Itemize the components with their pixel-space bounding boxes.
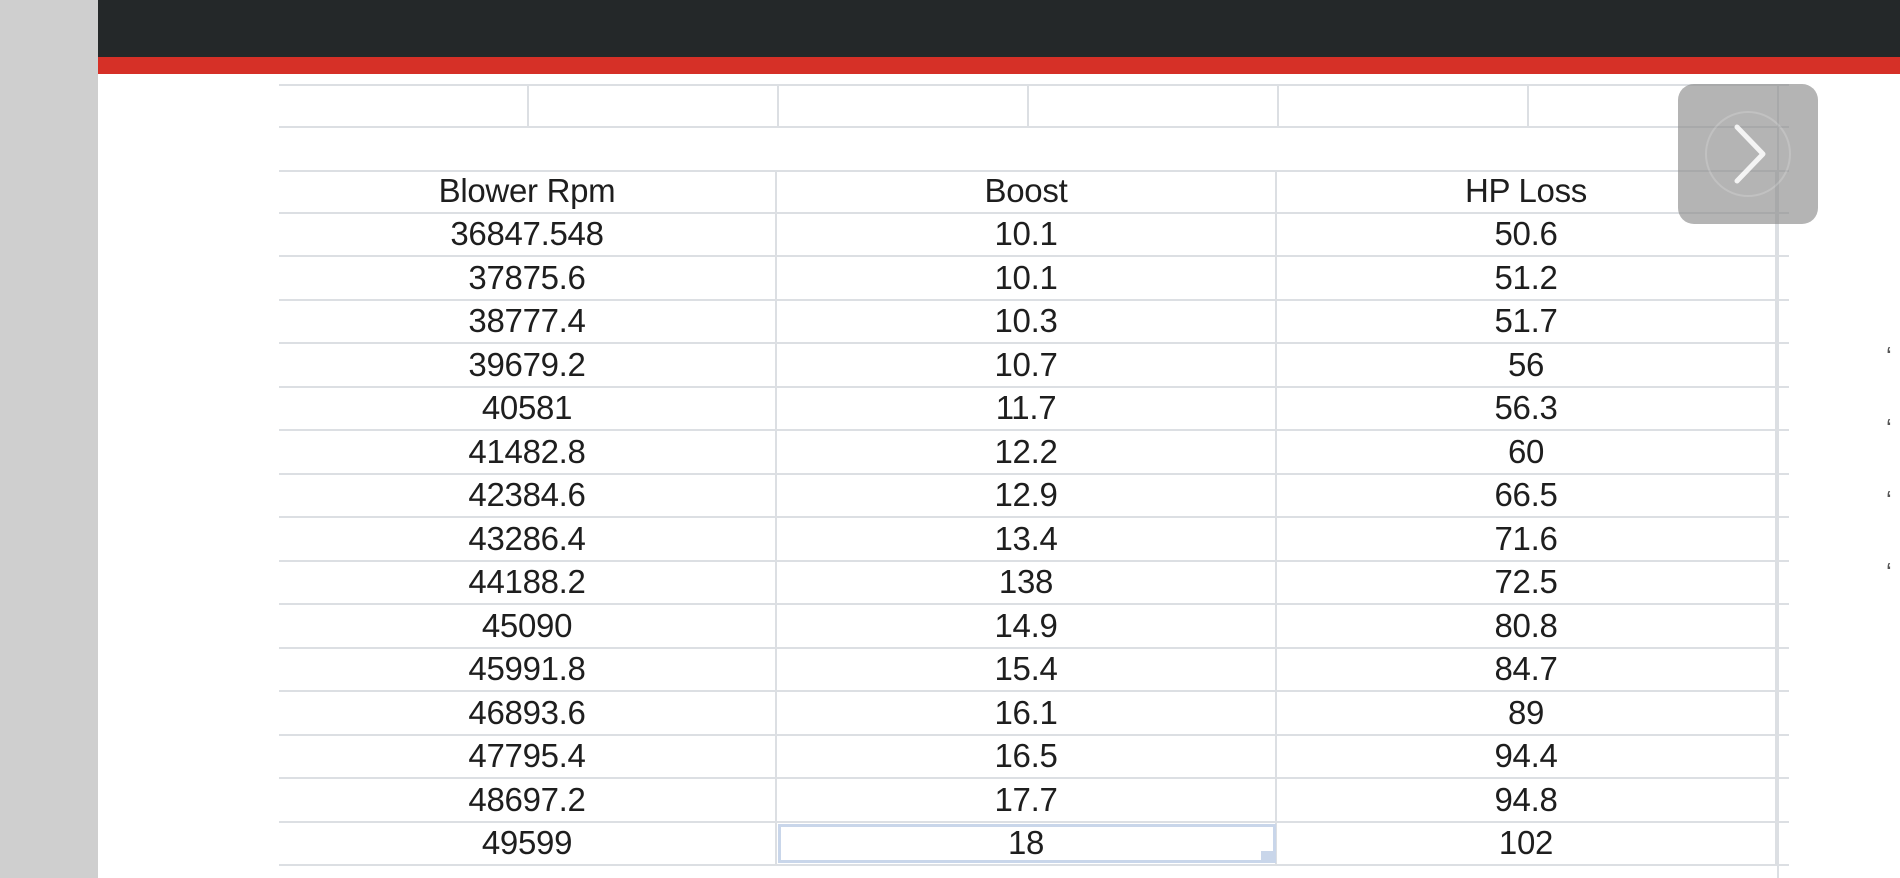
- table-row: 39679.2 10.7 56: [279, 344, 1789, 388]
- cell-hp-loss[interactable]: 51.7: [1277, 300, 1777, 342]
- cell-blower-rpm[interactable]: 36847.548: [279, 213, 777, 255]
- table-row: 43286.4 13.4 71.6: [279, 518, 1789, 562]
- fill-handle[interactable]: [1261, 851, 1273, 863]
- table-row: 36847.548 10.1 50.6: [279, 213, 1789, 257]
- cell-boost[interactable]: 17.7: [777, 779, 1277, 821]
- cell-blower-rpm[interactable]: 39679.2: [279, 344, 777, 386]
- table-header-row: Blower Rpm Boost HP Loss: [279, 170, 1789, 214]
- cell-hp-loss[interactable]: 94.4: [1277, 735, 1777, 777]
- cell-hp-loss[interactable]: 56.3: [1277, 387, 1777, 429]
- table-cell-empty[interactable]: [1777, 736, 1789, 778]
- table-row: 37875.6 10.1 51.2: [279, 257, 1789, 301]
- table-cell-empty[interactable]: [1777, 475, 1789, 517]
- table-cell-empty[interactable]: [1777, 562, 1789, 604]
- table-row: 38777.4 10.3 51.7: [279, 300, 1789, 344]
- table-cell-empty[interactable]: [1777, 779, 1789, 821]
- chevron-right-icon: [1705, 111, 1791, 197]
- table-cell-empty[interactable]: [1777, 344, 1789, 386]
- cell-blower-rpm[interactable]: 46893.6: [279, 692, 777, 734]
- cell-boost[interactable]: 13.4: [777, 518, 1277, 560]
- cell-boost[interactable]: 18: [777, 822, 1277, 864]
- table-row: 45991.8 15.4 84.7: [279, 648, 1789, 692]
- cell-boost[interactable]: 11.7: [777, 387, 1277, 429]
- table-row: 46893.6 16.1 89: [279, 692, 1789, 736]
- cell-boost[interactable]: 12.9: [777, 474, 1277, 516]
- table-row: 41482.8 12.2 60: [279, 431, 1789, 475]
- table-cell-empty[interactable]: [1777, 257, 1789, 299]
- table-row: 42384.6 12.9 66.5: [279, 474, 1789, 518]
- left-gutter: [0, 0, 98, 878]
- table-row: 40581 11.7 56.3: [279, 387, 1789, 431]
- table-cell-empty[interactable]: [1777, 605, 1789, 647]
- cell-blower-rpm[interactable]: 38777.4: [279, 300, 777, 342]
- data-table: Blower Rpm Boost HP Loss 36847.548 10.1 50…: [279, 170, 1789, 866]
- table-cell-empty[interactable]: [1777, 301, 1789, 343]
- table-row: 49599 18 102: [279, 822, 1789, 866]
- table-cell-empty[interactable]: [1777, 823, 1789, 865]
- cell-blower-rpm[interactable]: 40581: [279, 387, 777, 429]
- cell-hp-loss[interactable]: 60: [1277, 431, 1777, 473]
- column-header-boost[interactable]: Boost: [777, 170, 1277, 212]
- cell-boost[interactable]: 10.1: [777, 213, 1277, 255]
- cell-boost[interactable]: 12.2: [777, 431, 1277, 473]
- cell-blower-rpm[interactable]: 47795.4: [279, 735, 777, 777]
- next-page-button[interactable]: [1678, 84, 1818, 224]
- cell-hp-loss[interactable]: 94.8: [1277, 779, 1777, 821]
- cell-hp-loss[interactable]: 71.6: [1277, 518, 1777, 560]
- cell-boost[interactable]: 14.9: [777, 605, 1277, 647]
- cell-boost[interactable]: 10.3: [777, 300, 1277, 342]
- cell-boost[interactable]: 15.4: [777, 648, 1277, 690]
- cell-blower-rpm[interactable]: 44188.2: [279, 561, 777, 603]
- cell-blower-rpm[interactable]: 41482.8: [279, 431, 777, 473]
- table-row: 45090 14.9 80.8: [279, 605, 1789, 649]
- offscreen-column-edge: ‘‘‘‘: [1886, 341, 1892, 587]
- cell-boost[interactable]: 16.1: [777, 692, 1277, 734]
- accent-bar: [98, 57, 1900, 74]
- cell-blower-rpm[interactable]: 42384.6: [279, 474, 777, 516]
- table-cell-empty[interactable]: [1777, 518, 1789, 560]
- cell-blower-rpm[interactable]: 48697.2: [279, 779, 777, 821]
- table-cell-empty[interactable]: [1777, 388, 1789, 430]
- table-row: 47795.4 16.5 94.4: [279, 735, 1789, 779]
- cell-hp-loss[interactable]: 66.5: [1277, 474, 1777, 516]
- cell-boost[interactable]: 16.5: [777, 735, 1277, 777]
- cell-blower-rpm[interactable]: 45991.8: [279, 648, 777, 690]
- cell-blower-rpm[interactable]: 45090: [279, 605, 777, 647]
- cell-hp-loss[interactable]: 89: [1277, 692, 1777, 734]
- table-cell-empty[interactable]: [1777, 649, 1789, 691]
- top-bar: [98, 0, 1900, 57]
- cell-hp-loss[interactable]: 72.5: [1277, 561, 1777, 603]
- table-cell-empty[interactable]: [1777, 431, 1789, 473]
- cell-boost[interactable]: 138: [777, 561, 1277, 603]
- cell-boost[interactable]: 10.7: [777, 344, 1277, 386]
- cell-hp-loss[interactable]: 51.2: [1277, 257, 1777, 299]
- column-header-blower-rpm[interactable]: Blower Rpm: [279, 170, 777, 212]
- table-row: 48697.2 17.7 94.8: [279, 779, 1789, 823]
- table-row: 44188.2 138 72.5: [279, 561, 1789, 605]
- cell-hp-loss[interactable]: 80.8: [1277, 605, 1777, 647]
- cell-boost[interactable]: 10.1: [777, 257, 1277, 299]
- cell-hp-loss[interactable]: 56: [1277, 344, 1777, 386]
- cell-blower-rpm[interactable]: 37875.6: [279, 257, 777, 299]
- cell-blower-rpm[interactable]: 43286.4: [279, 518, 777, 560]
- cell-hp-loss[interactable]: 84.7: [1277, 648, 1777, 690]
- cell-blower-rpm[interactable]: 49599: [279, 822, 777, 864]
- table-cell-empty[interactable]: [1777, 692, 1789, 734]
- cell-hp-loss[interactable]: 102: [1277, 822, 1777, 864]
